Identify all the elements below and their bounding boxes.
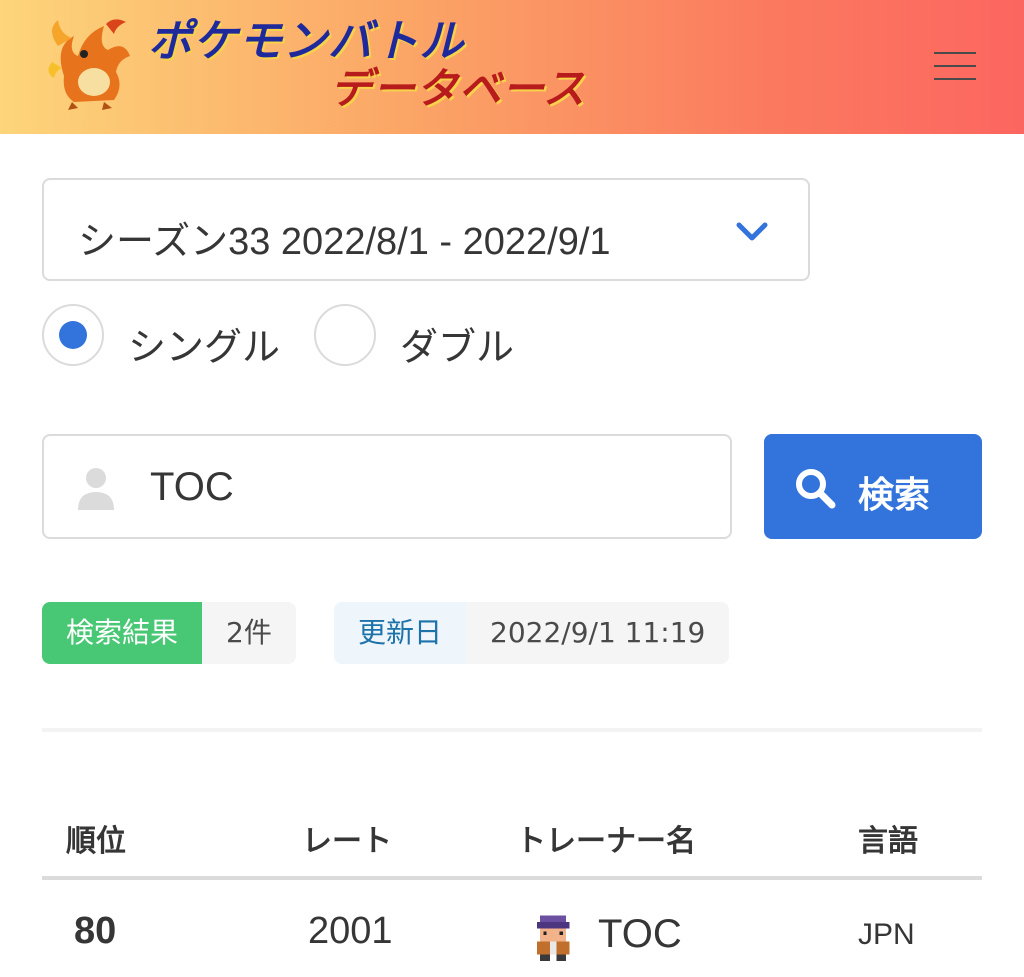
season-select-value: シーズン33 2022/8/1 - 2022/9/1 (78, 221, 611, 263)
search-button-label: 検索 (858, 475, 931, 516)
site-header: ポケモンバトル データベース (0, 0, 1024, 134)
radio-double[interactable]: ダブル (314, 304, 534, 369)
result-count-value: 2件 (202, 602, 296, 664)
cell-rate: 2001 (308, 910, 393, 952)
updated-date-label: 更新日 (334, 602, 467, 664)
trainer-search-input[interactable] (150, 458, 710, 516)
radio-single-label: シングル (128, 325, 281, 369)
cell-trainer-name[interactable]: TOC (598, 912, 682, 957)
column-header-trainer[interactable]: トレーナー名 (516, 816, 696, 860)
updated-date-value: 2022/9/1 11:19 (466, 602, 730, 664)
logo-title-line2: データベース (330, 64, 586, 113)
radio-selected-dot (59, 321, 87, 349)
logo-title-line1: ポケモンバトル (148, 16, 465, 67)
radio-single-control[interactable] (42, 304, 104, 366)
search-button[interactable]: 検索 (764, 434, 982, 539)
radio-double-label: ダブル (400, 325, 515, 369)
radio-double-control[interactable] (314, 304, 376, 366)
trainer-search-field[interactable] (42, 434, 732, 539)
result-count-label: 検索結果 (42, 602, 203, 664)
cell-rank: 80 (74, 910, 117, 952)
user-icon (78, 468, 114, 510)
search-icon (796, 469, 836, 509)
column-header-language[interactable]: 言語 (858, 816, 918, 860)
site-logo[interactable]: ポケモンバトル データベース (44, 16, 604, 116)
season-select[interactable]: シーズン33 2022/8/1 - 2022/9/1 (42, 178, 810, 281)
table-header-border (42, 876, 982, 880)
updated-date-tag: 更新日 2022/9/1 11:19 (334, 602, 730, 664)
result-count-tag: 検索結果 2件 (42, 602, 296, 664)
section-divider (42, 728, 982, 732)
radio-single[interactable]: シングル (42, 304, 292, 369)
chevron-down-icon (736, 222, 768, 241)
charizard-logo-icon (48, 19, 130, 110)
column-header-rank[interactable]: 順位 (66, 816, 126, 860)
trainer-sprite-icon (536, 915, 570, 961)
column-header-rate[interactable]: レート (302, 816, 392, 860)
hamburger-icon[interactable] (934, 50, 978, 82)
cell-language: JPN (858, 918, 915, 951)
